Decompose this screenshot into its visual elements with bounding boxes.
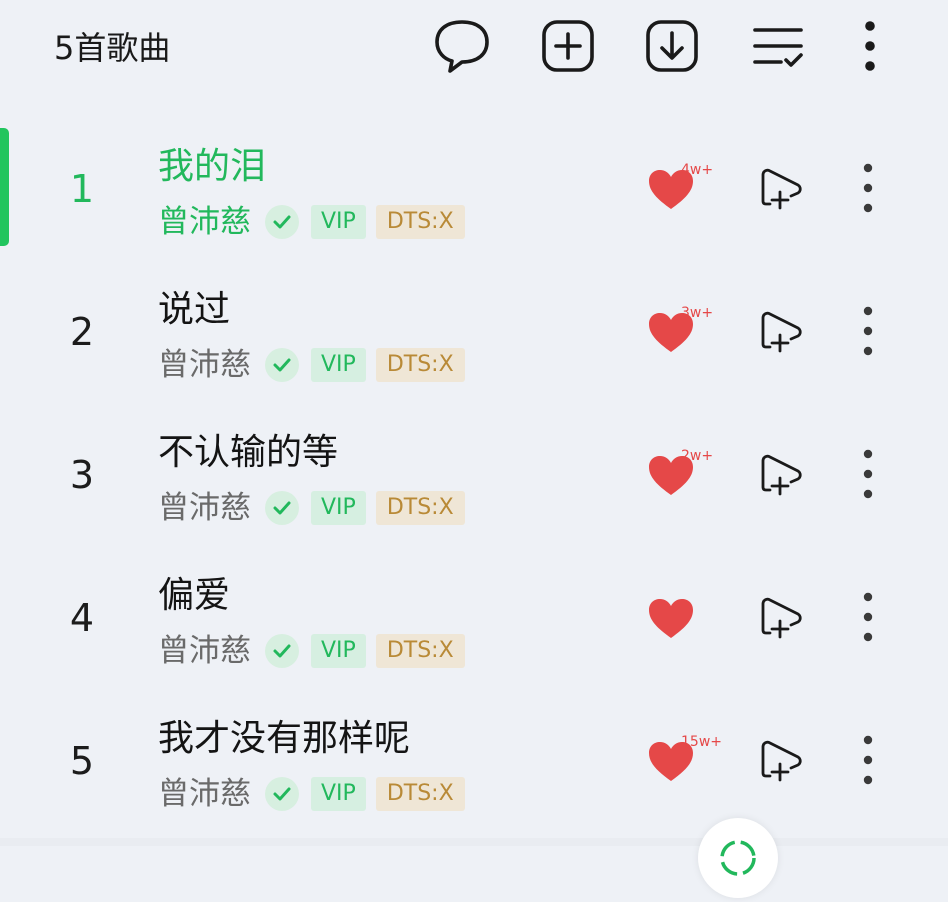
add-icon[interactable] [536, 16, 600, 76]
like-button[interactable] [645, 591, 725, 647]
song-title: 不认输的等 [158, 432, 339, 473]
add-to-playlist-icon [761, 597, 802, 639]
song-meta: 曾沛慈 VIP DTS:X [158, 488, 465, 528]
verified-icon [265, 634, 299, 668]
add-to-playlist-icon [761, 311, 802, 353]
song-meta: 曾沛慈 VIP DTS:X [158, 345, 465, 385]
song-title: 偏爱 [158, 575, 231, 616]
more-vertical-icon [863, 306, 873, 356]
dts-badge: DTS:X [375, 491, 465, 525]
bottom-divider [0, 838, 948, 846]
vip-badge: VIP [311, 491, 366, 525]
verified-icon [265, 491, 299, 525]
song-count-title: 5首歌曲 [54, 29, 171, 67]
artist-name[interactable]: 曾沛慈 [158, 202, 251, 242]
song-row[interactable]: 3 不认输的等 曾沛慈 VIP DTS:X 2w+ [0, 414, 948, 557]
artist-name[interactable]: 曾沛慈 [158, 631, 251, 671]
add-to-playlist-button[interactable] [758, 450, 806, 498]
dts-badge: DTS:X [375, 205, 465, 239]
verified-icon [265, 348, 299, 382]
artist-name[interactable]: 曾沛慈 [158, 345, 251, 385]
like-count: 15w+ [681, 734, 722, 750]
more-vertical-icon [863, 449, 873, 499]
song-title: 说过 [158, 289, 231, 330]
song-more-button[interactable] [850, 160, 886, 216]
vip-badge: VIP [311, 348, 366, 382]
floating-locate-button[interactable] [698, 818, 778, 898]
multi-select-icon[interactable] [746, 16, 810, 76]
song-row[interactable]: 5 我才没有那样呢 曾沛慈 VIP DTS:X 15w+ [0, 700, 948, 843]
add-to-playlist-icon [761, 168, 802, 210]
add-to-playlist-button[interactable] [758, 307, 806, 355]
like-button[interactable]: 2w+ [645, 448, 725, 504]
song-row[interactable]: 1 我的泪 曾沛慈 VIP DTS:X 4w+ [0, 128, 948, 271]
song-meta: 曾沛慈 VIP DTS:X [158, 631, 465, 671]
add-to-playlist-icon [761, 740, 802, 782]
song-title: 我的泪 [158, 146, 267, 187]
like-button[interactable]: 15w+ [645, 734, 725, 790]
locate-icon [720, 840, 756, 876]
add-to-playlist-button[interactable] [758, 593, 806, 641]
more-vertical-icon [863, 163, 873, 213]
verified-icon [265, 205, 299, 239]
song-more-button[interactable] [850, 589, 886, 645]
add-to-playlist-button[interactable] [758, 736, 806, 784]
more-icon[interactable] [838, 16, 902, 76]
add-to-playlist-icon [761, 454, 802, 496]
more-vertical-icon [863, 735, 873, 785]
now-playing-indicator [0, 128, 9, 246]
song-index: 1 [69, 167, 95, 211]
like-count: 3w+ [681, 305, 714, 321]
like-count: 2w+ [681, 448, 714, 464]
more-vertical-icon [863, 592, 873, 642]
song-more-button[interactable] [850, 446, 886, 502]
artist-name[interactable]: 曾沛慈 [158, 774, 251, 814]
heart-icon [649, 599, 693, 638]
song-index: 2 [69, 310, 95, 354]
like-button[interactable]: 3w+ [645, 305, 725, 361]
song-meta: 曾沛慈 VIP DTS:X [158, 202, 465, 242]
song-index: 4 [69, 596, 95, 640]
song-index: 5 [69, 739, 95, 783]
comment-icon[interactable] [430, 16, 494, 76]
vip-badge: VIP [311, 634, 366, 668]
song-meta: 曾沛慈 VIP DTS:X [158, 774, 465, 814]
list-header: 5首歌曲 [0, 0, 948, 96]
download-icon[interactable] [640, 16, 704, 76]
like-button[interactable]: 4w+ [645, 162, 725, 218]
dts-badge: DTS:X [375, 348, 465, 382]
song-row[interactable]: 2 说过 曾沛慈 VIP DTS:X 3w+ [0, 271, 948, 414]
artist-name[interactable]: 曾沛慈 [158, 488, 251, 528]
dts-badge: DTS:X [375, 634, 465, 668]
vip-badge: VIP [311, 205, 366, 239]
dts-badge: DTS:X [375, 777, 465, 811]
like-count: 4w+ [681, 162, 714, 178]
song-row[interactable]: 4 偏爱 曾沛慈 VIP DTS:X [0, 557, 948, 700]
song-more-button[interactable] [850, 303, 886, 359]
song-more-button[interactable] [850, 732, 886, 788]
song-index: 3 [69, 453, 95, 497]
song-title: 我才没有那样呢 [158, 718, 411, 759]
verified-icon [265, 777, 299, 811]
vip-badge: VIP [311, 777, 366, 811]
add-to-playlist-button[interactable] [758, 164, 806, 212]
